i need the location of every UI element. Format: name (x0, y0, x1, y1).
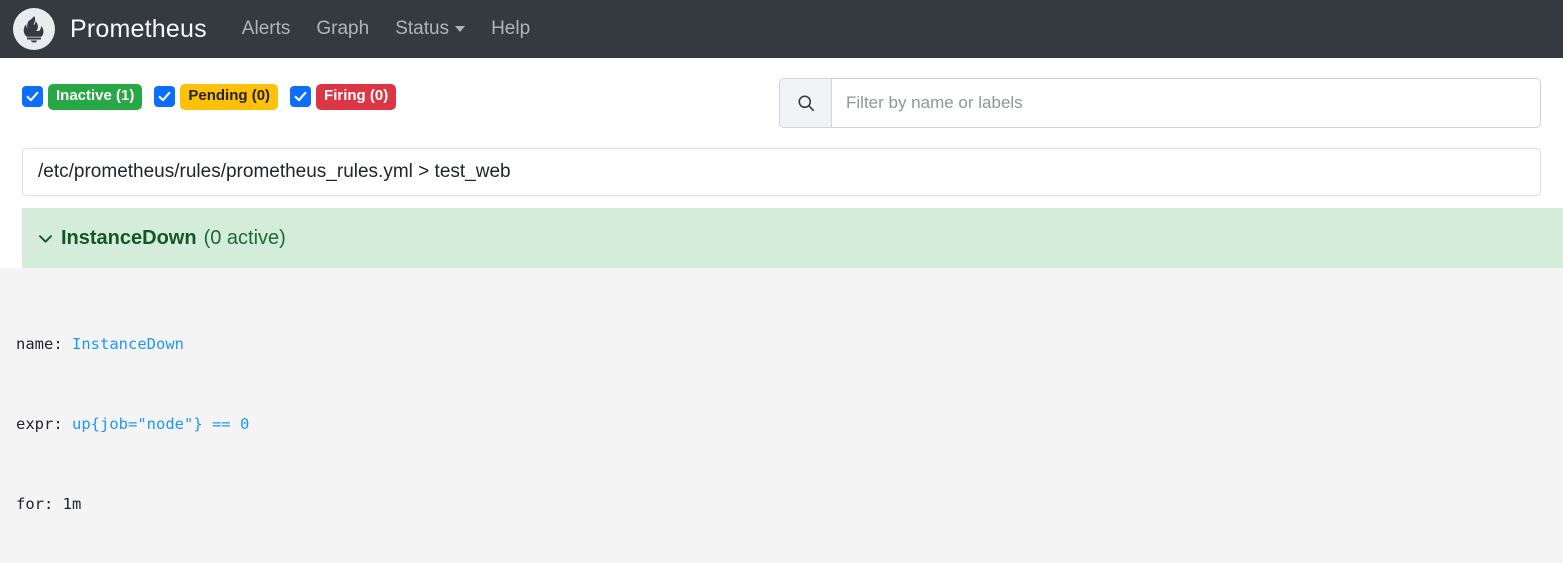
search-input[interactable] (832, 79, 1540, 127)
nav-links: Alerts Graph Status Help (229, 18, 543, 40)
code-line: expr: up{job="node"} == 0 (0, 411, 1563, 438)
code-key: expr: (16, 414, 72, 433)
nav-link-status[interactable]: Status (382, 18, 478, 40)
nav-link-graph-label: Graph (316, 18, 370, 39)
checkbox-inactive[interactable] (22, 86, 43, 108)
rule-file-breadcrumb-card: /etc/prometheus/rules/prometheus_rules.y… (22, 148, 1541, 196)
code-value: InstanceDown (72, 335, 184, 354)
code-expression-link[interactable]: up{job="node"} == 0 (72, 415, 249, 433)
check-icon (158, 92, 171, 102)
check-icon (26, 92, 39, 102)
code-key: for: 1m (16, 494, 82, 513)
badge-firing[interactable]: Firing (0) (316, 84, 397, 110)
badge-inactive[interactable]: Inactive (1) (48, 84, 143, 110)
brand-title[interactable]: Prometheus (70, 15, 207, 44)
chevron-down-icon (455, 26, 466, 32)
alert-group-name: InstanceDown (61, 226, 197, 249)
check-icon (294, 92, 307, 102)
alert-state-filters: Inactive (1) Pending (0) Firing (0) (22, 78, 408, 110)
nav-link-alerts-label: Alerts (241, 18, 291, 39)
nav-link-help[interactable]: Help (478, 18, 543, 40)
code-key: name: (16, 335, 72, 354)
alert-group-active-count: (0 active) (203, 226, 286, 249)
code-line: for: 1m (0, 491, 1563, 518)
checkbox-pending[interactable] (154, 86, 176, 108)
search-icon (780, 79, 832, 127)
nav-link-alerts[interactable]: Alerts (229, 18, 304, 40)
search-box[interactable] (779, 78, 1541, 128)
prometheus-torch-logo-icon[interactable] (13, 8, 55, 50)
nav-link-graph[interactable]: Graph (303, 18, 382, 40)
breadcrumb: /etc/prometheus/rules/prometheus_rules.y… (38, 161, 511, 182)
nav-link-status-label: Status (395, 18, 450, 39)
top-navbar: Prometheus Alerts Graph Status Help (0, 0, 1563, 58)
code-line: name: InstanceDown (0, 331, 1563, 358)
alert-group-header[interactable]: InstanceDown (0 active) (22, 208, 1563, 268)
filter-toolbar: Inactive (1) Pending (0) Firing (0) (0, 58, 1563, 136)
badge-pending[interactable]: Pending (0) (180, 84, 279, 110)
checkbox-firing[interactable] (290, 86, 312, 108)
rule-definition-code: name: InstanceDown expr: up{job="node"} … (0, 268, 1563, 563)
chevron-down-icon[interactable] (36, 229, 55, 248)
nav-link-help-label: Help (491, 18, 531, 39)
